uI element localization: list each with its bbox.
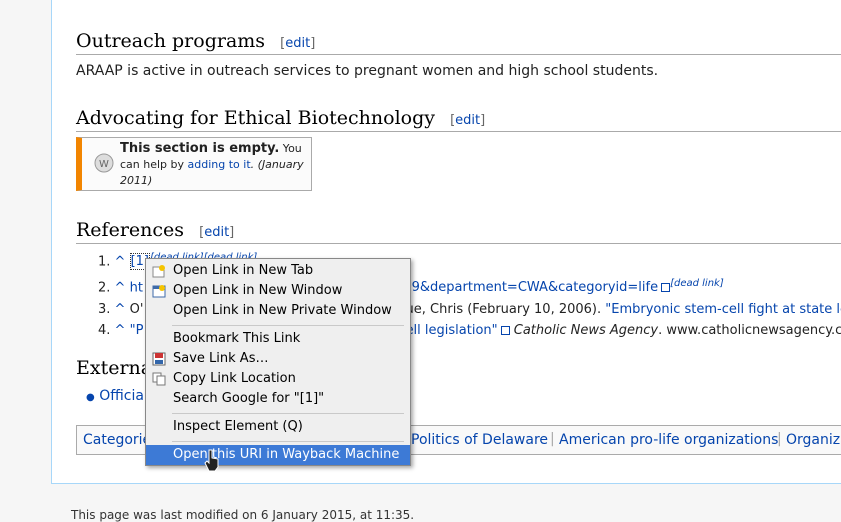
- save-icon: [152, 352, 166, 366]
- section-heading-advocating: Advocating for Ethical Biotechnology [ed…: [76, 107, 485, 129]
- menu-item-label: Copy Link Location: [173, 371, 296, 386]
- menu-item-label: Bookmark This Link: [173, 331, 301, 346]
- categories-label[interactable]: Categorie: [83, 432, 151, 448]
- edit-link-text[interactable]: edit: [204, 225, 229, 240]
- ref-caret[interactable]: ^: [115, 280, 126, 295]
- ref-author: ue, Chris (February 10, 2006).: [405, 301, 602, 317]
- ref-site: . www.catholicnewsagency.co: [658, 323, 841, 339]
- category-divider: |: [777, 431, 782, 447]
- adding-to-it-link[interactable]: adding to it: [188, 158, 251, 171]
- category-link[interactable]: Organiza: [786, 432, 841, 448]
- section-title: Outreach programs: [76, 30, 266, 52]
- menu-item-inspect-element[interactable]: Inspect Element (Q): [146, 417, 410, 437]
- section-heading-external: Externa: [76, 357, 152, 379]
- menu-item-label: Open Link in New Private Window: [173, 303, 392, 318]
- ref-caret[interactable]: ^: [115, 302, 126, 317]
- menu-item-label: Inspect Element (Q): [173, 419, 303, 434]
- notice-bold: This section is empty.: [120, 141, 280, 156]
- edit-link-advocating[interactable]: [edit]: [450, 113, 485, 128]
- menu-separator: [172, 325, 404, 326]
- new-tab-icon: [152, 265, 165, 278]
- ref-title-link[interactable]: ell legislation": [406, 323, 498, 338]
- ref-number: 4.: [98, 323, 111, 339]
- ref-publisher: Catholic News Agency: [513, 323, 659, 339]
- menu-item-label: Save Link As…: [173, 351, 269, 366]
- empty-section-notice: W This section is empty. You can help by…: [76, 137, 312, 191]
- menu-item-label: Open Link in New Window: [173, 283, 343, 298]
- menu-item-copy-link[interactable]: Copy Link Location: [146, 369, 410, 389]
- menu-separator: [172, 413, 404, 414]
- ref-link-tail[interactable]: 109&department=CWA&categoryid=life: [395, 280, 658, 295]
- puzzle-icon: W: [94, 153, 114, 173]
- menu-item-wayback-machine[interactable]: Open this URI in Wayback Machine: [146, 445, 410, 465]
- ref-number: 2.: [98, 280, 111, 296]
- section-heading-outreach: Outreach programs [edit]: [76, 30, 315, 52]
- edit-link-text[interactable]: edit: [455, 113, 480, 128]
- section-title: Externa: [76, 357, 153, 379]
- ref-title-link[interactable]: "Embryonic stem-cell fight at state le: [605, 302, 841, 317]
- category-divider: |: [550, 431, 555, 447]
- official-link[interactable]: Official: [99, 388, 148, 404]
- hand-cursor-icon: [204, 449, 219, 472]
- external-link-icon: [661, 283, 671, 293]
- heading-rule: [76, 131, 841, 132]
- edit-link-references[interactable]: [edit]: [199, 225, 234, 240]
- external-link-item: ● Official: [86, 388, 148, 404]
- outreach-text: ARAAP is active in outreach services to …: [76, 63, 659, 79]
- menu-item-label: Open Link in New Tab: [173, 263, 314, 278]
- section-heading-references: References [edit]: [76, 219, 234, 241]
- category-link[interactable]: American pro-life organizations: [559, 432, 778, 448]
- ref-text: O': [129, 301, 144, 317]
- copy-icon: [152, 372, 166, 386]
- ref-number: 1.: [98, 254, 111, 270]
- ref-link[interactable]: ht: [130, 280, 143, 295]
- ref-number: 3.: [98, 301, 111, 317]
- heading-rule: [76, 243, 841, 244]
- menu-item-open-new-window[interactable]: Open Link in New Window: [146, 281, 410, 301]
- svg-text:W: W: [99, 159, 109, 170]
- menu-item-label: Search Google for "[1]": [173, 391, 325, 406]
- ref-caret[interactable]: ^: [115, 254, 126, 269]
- edit-link-outreach[interactable]: [edit]: [280, 36, 315, 51]
- context-menu: Open Link in New Tab Open Link in New Wi…: [145, 258, 411, 466]
- menu-item-bookmark[interactable]: Bookmark This Link: [146, 329, 410, 349]
- edit-link-text[interactable]: edit: [285, 36, 310, 51]
- bullet: ●: [86, 392, 95, 403]
- new-window-icon: [152, 285, 166, 298]
- menu-item-open-private-window[interactable]: Open Link in New Private Window: [146, 301, 410, 321]
- heading-rule: [76, 54, 841, 55]
- menu-separator: [172, 441, 404, 442]
- category-link[interactable]: Politics of Delaware: [411, 432, 548, 448]
- ref-caret[interactable]: ^: [115, 323, 126, 338]
- section-title: Advocating for Ethical Biotechnology: [76, 107, 435, 129]
- external-link-icon: [500, 326, 510, 336]
- dead-link-tag[interactable]: [dead link]: [670, 278, 724, 289]
- ref-link[interactable]: "P: [130, 323, 144, 338]
- section-title: References: [76, 219, 185, 241]
- menu-item-open-new-tab[interactable]: Open Link in New Tab: [146, 261, 410, 281]
- menu-item-search-google[interactable]: Search Google for "[1]": [146, 389, 410, 409]
- menu-item-save-link[interactable]: Save Link As…: [146, 349, 410, 369]
